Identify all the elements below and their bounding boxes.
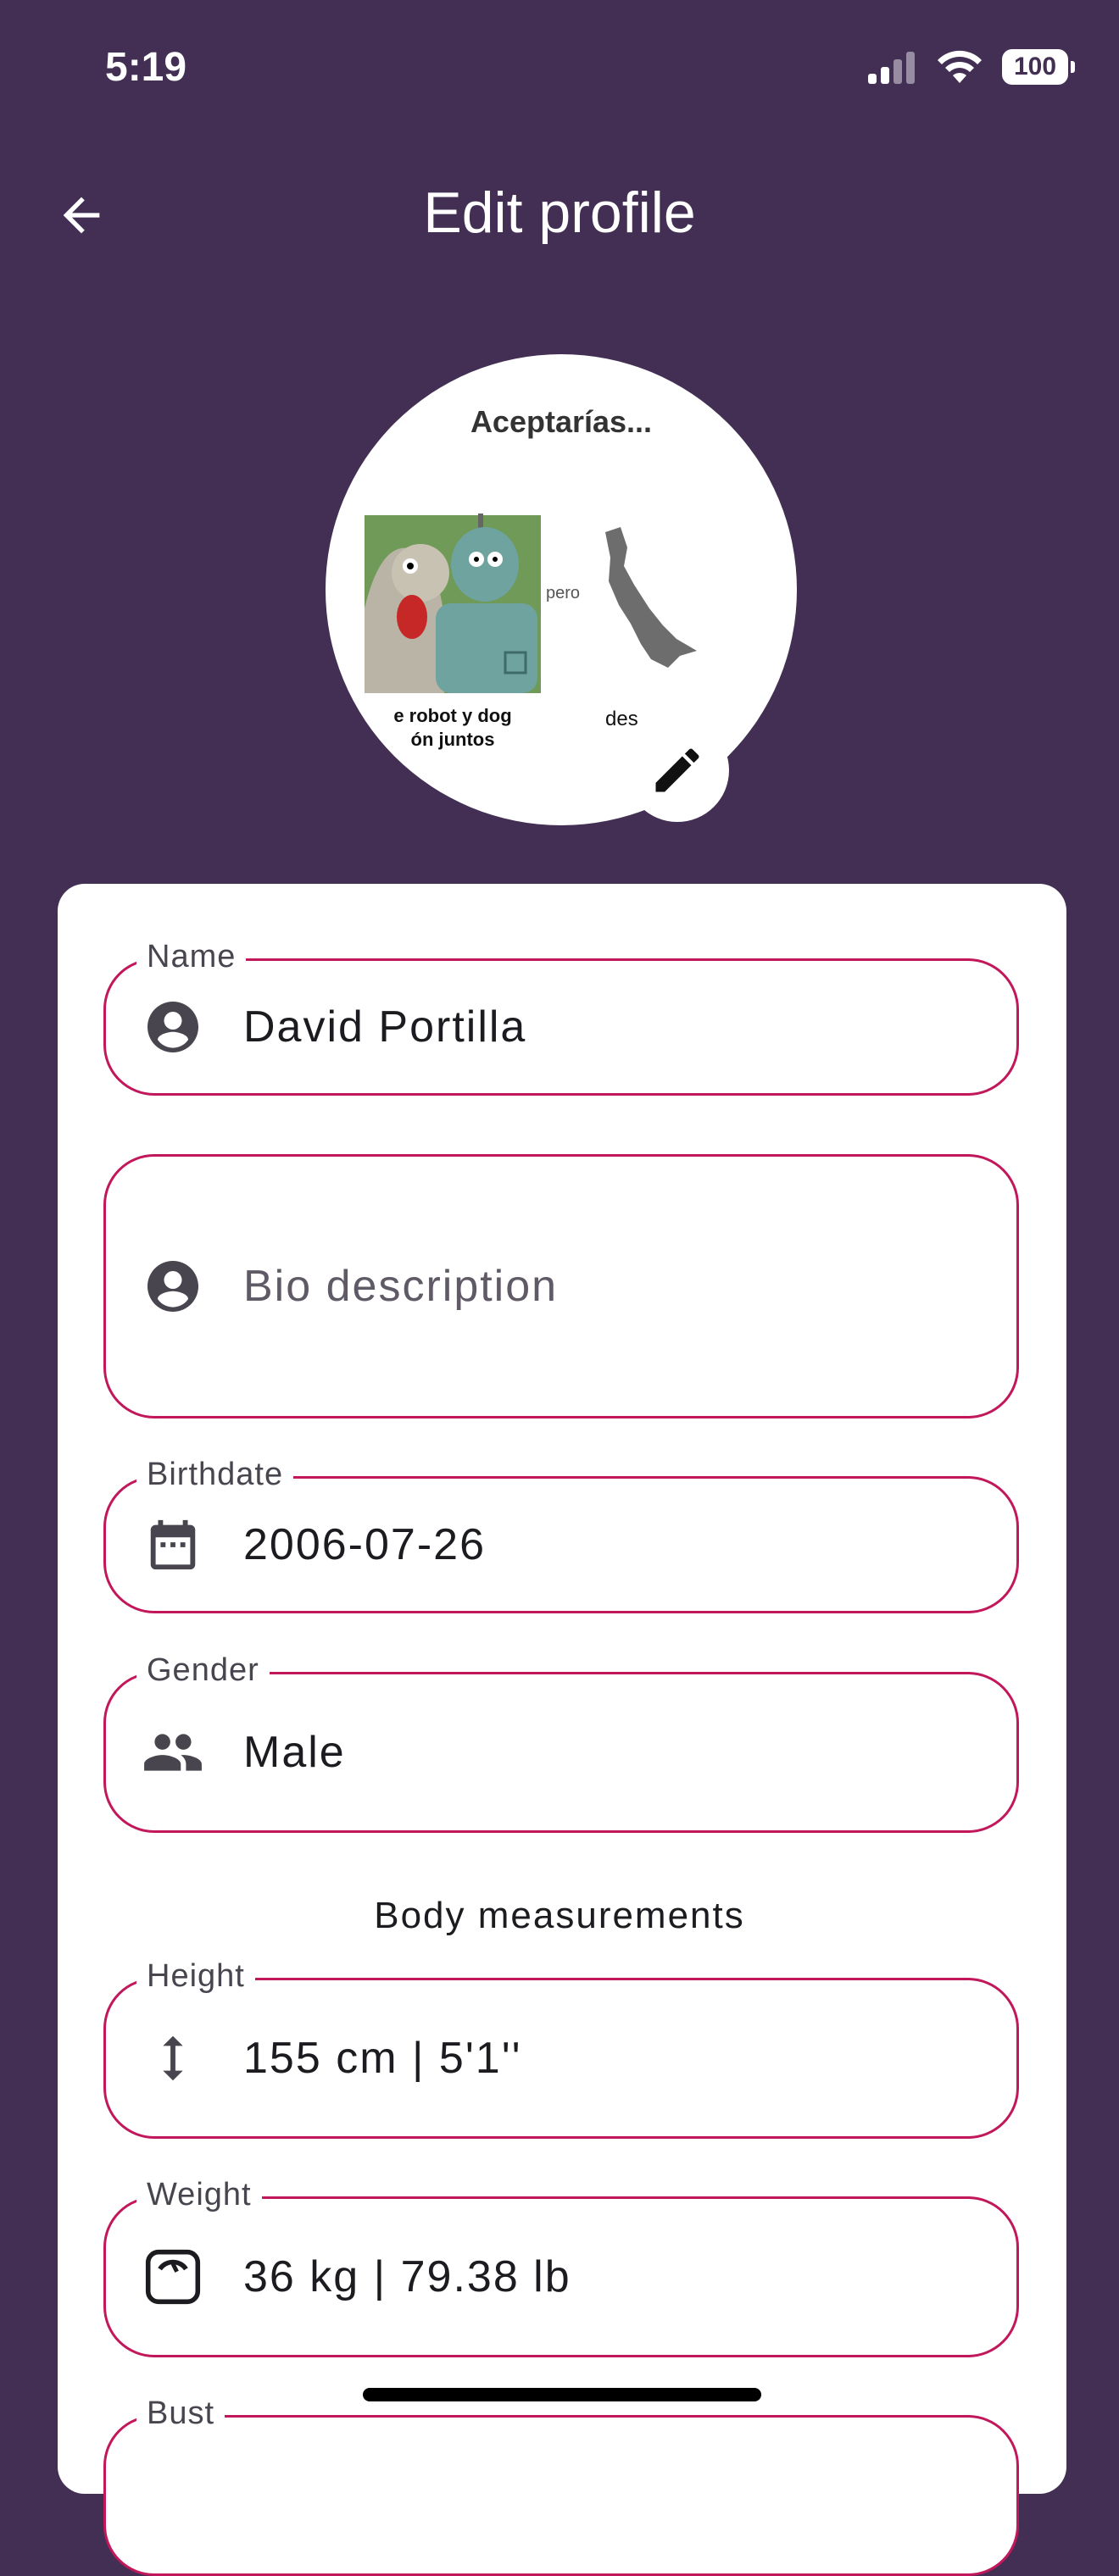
birthdate-label: Birthdate	[136, 1457, 294, 1493]
bust-label: Bust	[136, 2396, 225, 2432]
people-icon	[142, 1721, 204, 1784]
signal-icon	[868, 52, 915, 84]
meme-caption-right: des	[605, 708, 638, 730]
name-label: Name	[136, 939, 247, 975]
bust-field[interactable]: Bust	[103, 2396, 1019, 2576]
weight-value: 36 kg | 79.38 lb	[243, 2252, 571, 2301]
name-field[interactable]: Name David Portilla	[103, 939, 1019, 1096]
calendar-icon	[142, 1513, 204, 1576]
gender-label: Gender	[136, 1652, 270, 1689]
battery-icon: 100	[1002, 49, 1075, 85]
height-field[interactable]: Height 155 cm | 5'1''	[103, 1958, 1019, 2139]
gender-value: Male	[243, 1728, 346, 1777]
meme-title: Aceptarías...	[470, 404, 652, 439]
bio-placeholder: Bio description	[243, 1262, 559, 1311]
pencil-icon	[655, 748, 699, 792]
height-value: 155 cm | 5'1''	[243, 2034, 522, 2083]
height-label: Height	[136, 1958, 255, 1995]
battery-level: 100	[1013, 53, 1057, 80]
vertical-arrows-icon	[142, 2027, 204, 2090]
meme-caption-left-1: e robot y dog	[393, 705, 511, 726]
account-circle-icon	[142, 1255, 204, 1318]
meme-connector: pero	[546, 584, 580, 602]
edit-avatar-button[interactable]	[626, 719, 729, 822]
page-title: Edit profile	[423, 180, 696, 245]
name-value: David Portilla	[243, 1002, 527, 1052]
status-icons: 100	[866, 49, 1075, 85]
home-indicator	[363, 2388, 761, 2401]
bio-field[interactable]: Bio description	[103, 1154, 1019, 1418]
body-measurements-heading: Body measurements	[374, 1895, 745, 1936]
status-time: 5:19	[105, 45, 187, 90]
weight-field[interactable]: Weight 36 kg | 79.38 lb	[103, 2177, 1019, 2357]
account-circle-icon	[142, 996, 204, 1058]
gender-select[interactable]: Gender Male	[103, 1652, 1019, 1833]
meme-caption-left-2: ón juntos	[411, 729, 495, 750]
scale-icon	[142, 2246, 204, 2308]
birthdate-field[interactable]: Birthdate 2006-07-26	[103, 1457, 1019, 1613]
weight-label: Weight	[136, 2177, 262, 2213]
wifi-icon	[938, 50, 982, 83]
birthdate-value: 2006-07-26	[243, 1520, 486, 1569]
